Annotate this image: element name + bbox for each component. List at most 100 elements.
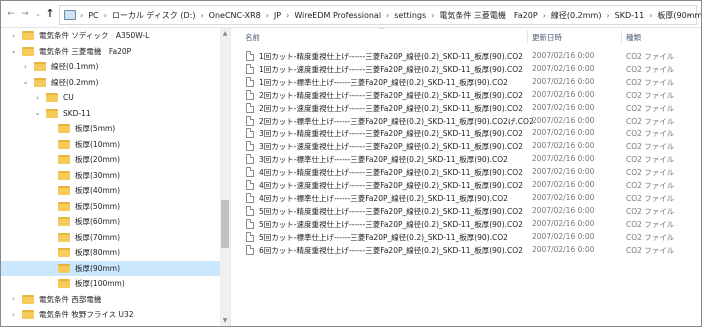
- sidebar-item[interactable]: 板厚(20mm): [1, 152, 220, 167]
- file-row[interactable]: 5回カット-速度重視仕上げ------三菱Fa20P_線径(0.2)_SKD-1…: [243, 218, 691, 231]
- chevron-right-icon[interactable]: ›: [198, 11, 205, 20]
- breadcrumb-item[interactable]: PC: [85, 11, 101, 20]
- expand-chevron-icon[interactable]: ›: [33, 94, 42, 102]
- file-row[interactable]: 2回カット-精度重視仕上げ------三菱Fa20P_線径(0.2)_SKD-1…: [243, 89, 691, 102]
- chevron-right-icon[interactable]: ›: [541, 11, 548, 20]
- chevron-right-icon[interactable]: ›: [604, 11, 611, 20]
- breadcrumb-item[interactable]: 線径(0.2mm): [548, 10, 605, 21]
- sidebar-item[interactable]: 板厚(30mm): [1, 168, 220, 183]
- file-date: 2007/02/16 0:00: [532, 167, 595, 177]
- chevron-right-icon[interactable]: ›: [284, 11, 291, 20]
- file-name: 2回カット-標準仕上げ------三菱Fa20P_線径(0.2)_SKD-11_…: [259, 116, 534, 126]
- folder-icon: [58, 248, 70, 257]
- sidebar-item[interactable]: 板厚(80mm): [1, 245, 220, 260]
- sidebar-item[interactable]: ⌄ 線径(0.2mm): [1, 75, 220, 90]
- file-date: 2007/02/16 0:00: [532, 205, 595, 215]
- sidebar-item[interactable]: 板厚(10mm): [1, 137, 220, 152]
- breadcrumb-item[interactable]: settings: [391, 11, 429, 20]
- chevron-right-icon[interactable]: ›: [78, 11, 85, 20]
- breadcrumb-item[interactable]: JP: [271, 11, 284, 20]
- chevron-right-icon[interactable]: ›: [429, 11, 436, 20]
- sidebar-item-label: 線径(0.2mm): [51, 77, 99, 87]
- file-row[interactable]: 1回カット-精度重視仕上げ------三菱Fa20P_線径(0.2)_SKD-1…: [243, 50, 691, 63]
- file-date: 2007/02/16 0:00: [532, 192, 595, 202]
- file-row[interactable]: 5回カット-精度重視仕上げ------三菱Fa20P_線径(0.2)_SKD-1…: [243, 205, 691, 218]
- column-divider[interactable]: [527, 30, 528, 44]
- sidebar-item[interactable]: › CU: [1, 90, 220, 105]
- sidebar-item-label: 線径(0.1mm): [51, 62, 99, 71]
- scroll-up-icon[interactable]: ▲: [220, 30, 230, 37]
- scroll-down-icon[interactable]: ▼: [220, 317, 230, 324]
- file-row[interactable]: 2回カット-速度重視仕上げ------三菱Fa20P_線径(0.2)_SKD-1…: [243, 102, 691, 115]
- sidebar-item[interactable]: 板厚(70mm): [1, 230, 220, 245]
- expand-chevron-icon[interactable]: ›: [9, 311, 18, 319]
- column-header-name[interactable]: 名前: [245, 32, 260, 43]
- expand-chevron-icon[interactable]: ⌄: [9, 47, 18, 55]
- expand-chevron-icon[interactable]: ⌄: [33, 109, 42, 117]
- folder-icon: [46, 93, 58, 102]
- file-icon: [246, 180, 254, 190]
- breadcrumb-item[interactable]: WireEDM Professional: [291, 11, 384, 20]
- file-name: 3回カット-精度重視仕上げ------三菱Fa20P_線径(0.2)_SKD-1…: [259, 129, 523, 139]
- breadcrumb-item[interactable]: ローカル ディスク (D:): [109, 10, 199, 21]
- file-icon: [246, 63, 254, 74]
- up-arrow-icon[interactable]: ↑: [44, 8, 56, 20]
- file-row[interactable]: 4回カット-精度重視仕上げ------三菱Fa20P_線径(0.2)_SKD-1…: [243, 166, 691, 179]
- expand-chevron-icon[interactable]: ›: [21, 63, 30, 71]
- scrollbar-thumb[interactable]: [221, 200, 229, 248]
- file-date: 2007/02/16 0:00: [532, 154, 595, 164]
- file-type: CO2 ファイル: [626, 245, 675, 255]
- file-icon: [246, 76, 254, 87]
- address-bar[interactable]: › PC › ローカル ディスク (D:) › OneCNC-XR8 › JP › WireED…: [59, 5, 701, 25]
- chevron-right-icon[interactable]: ›: [647, 11, 654, 20]
- sidebar-item[interactable]: › 線径(0.1mm): [1, 59, 220, 74]
- sidebar-item[interactable]: 板厚(50mm): [1, 199, 220, 214]
- column-divider[interactable]: [621, 30, 622, 44]
- sidebar-item[interactable]: › 電気条件 西部電機: [1, 292, 220, 307]
- sidebar-scrollbar[interactable]: ▲ ▼: [220, 28, 230, 326]
- file-row[interactable]: 1回カット-標準仕上げ------三菱Fa20P_線径(0.2)_SKD-11_…: [243, 76, 691, 89]
- expand-chevron-icon[interactable]: ⌄: [21, 78, 30, 86]
- column-header-date[interactable]: 更新日時: [532, 32, 562, 43]
- file-row[interactable]: 6回カット-精度重視仕上げ------三菱Fa20P_線径(0.2)_SKD-1…: [243, 244, 691, 257]
- sidebar-item[interactable]: 板厚(100mm): [1, 276, 220, 291]
- sidebar-item-label: 板厚(50mm): [75, 201, 121, 211]
- expand-chevron-icon[interactable]: ›: [9, 32, 18, 40]
- file-row[interactable]: 3回カット-標準仕上げ------三菱Fa20P_線径(0.2)_SKD-11_…: [243, 153, 691, 166]
- folder-icon: [58, 279, 70, 288]
- recent-dropdown-icon[interactable]: ⌄: [32, 8, 44, 20]
- sidebar-item[interactable]: 板厚(5mm): [1, 121, 220, 136]
- sidebar-item[interactable]: 板厚(60mm): [1, 214, 220, 229]
- folder-icon: [58, 124, 70, 133]
- column-header-type[interactable]: 種類: [626, 32, 641, 43]
- file-row[interactable]: 1回カット-速度重視仕上げ------三菱Fa20P_線径(0.2)_SKD-1…: [243, 63, 691, 76]
- file-type: CO2 ファイル: [626, 142, 675, 152]
- expand-chevron-icon[interactable]: ›: [9, 295, 18, 303]
- sidebar-item[interactable]: 板厚(90mm): [1, 260, 220, 276]
- sidebar-item[interactable]: › 電気条件 牧野フライス U32: [1, 307, 220, 322]
- back-arrow-icon[interactable]: ←: [5, 8, 17, 20]
- file-row[interactable]: 4回カット-速度重視仕上げ------三菱Fa20P_線径(0.2)_SKD-1…: [243, 179, 691, 192]
- file-name: 5回カット-速度重視仕上げ------三菱Fa20P_線径(0.2)_SKD-1…: [259, 219, 523, 229]
- chevron-right-icon[interactable]: ›: [102, 11, 109, 20]
- file-row[interactable]: 2回カット-標準仕上げ------三菱Fa20P_線径(0.2)_SKD-11_…: [243, 115, 691, 128]
- sidebar-item-label: 板厚(5mm): [75, 124, 116, 133]
- file-row[interactable]: 3回カット-速度重視仕上げ------三菱Fa20P_線径(0.2)_SKD-1…: [243, 140, 691, 153]
- folder-icon: [22, 294, 34, 304]
- sidebar-item[interactable]: › 電気条件 ソディック A350W-L: [1, 28, 220, 43]
- folder-icon: [58, 186, 70, 195]
- chevron-right-icon[interactable]: ›: [384, 11, 391, 20]
- breadcrumb-item[interactable]: SKD-11: [612, 11, 648, 20]
- file-row[interactable]: 4回カット-標準仕上げ------三菱Fa20P_線径(0.2)_SKD-11_…: [243, 192, 691, 205]
- sidebar-item[interactable]: ⌄ 電気条件 三菱電機 Fa20P: [1, 44, 220, 59]
- chevron-right-icon[interactable]: ›: [264, 11, 271, 20]
- file-row[interactable]: 5回カット-標準仕上げ------三菱Fa20P_線径(0.2)_SKD-11_…: [243, 231, 691, 244]
- breadcrumb-item[interactable]: 電気条件 三菱電機 Fa20P: [436, 10, 540, 21]
- sidebar-item[interactable]: ⌄ SKD-11: [1, 106, 220, 121]
- file-row[interactable]: 3回カット-精度重視仕上げ------三菱Fa20P_線径(0.2)_SKD-1…: [243, 127, 691, 140]
- breadcrumb-item[interactable]: OneCNC-XR8: [206, 11, 264, 20]
- forward-arrow-icon[interactable]: →: [19, 8, 31, 20]
- sidebar-item[interactable]: 板厚(40mm): [1, 183, 220, 198]
- breadcrumb-item[interactable]: 板厚(90mm): [654, 10, 701, 21]
- chevron-down-icon[interactable]: ⌄: [686, 9, 693, 18]
